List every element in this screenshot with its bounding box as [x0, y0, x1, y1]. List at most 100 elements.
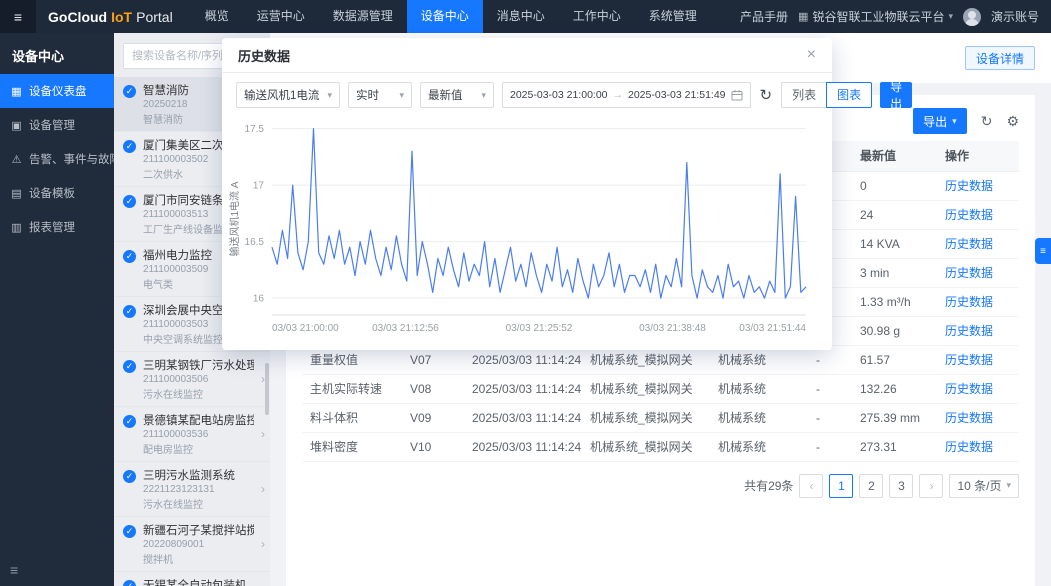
- history-data-link[interactable]: 历史数据: [945, 266, 993, 280]
- prev-page-button[interactable]: ‹: [799, 474, 823, 498]
- cell-latest-value: 24: [852, 200, 937, 229]
- device-serial: 211100003506: [143, 374, 254, 385]
- logo-text-portal: Portal: [136, 9, 173, 25]
- check-icon: ✓: [123, 580, 136, 586]
- pagination: 共有29条 ‹ 1 2 3 › 10 条/页 ▾: [302, 462, 1019, 508]
- cell-latest-value: 273.31: [852, 432, 937, 461]
- nav-item-device-center[interactable]: 设备中心: [407, 0, 483, 33]
- nav-item-datasource[interactable]: 数据源管理: [319, 0, 407, 33]
- svg-text:17: 17: [253, 181, 265, 192]
- product-manual-link[interactable]: 产品手册: [740, 8, 788, 25]
- history-data-link[interactable]: 历史数据: [945, 324, 993, 338]
- value-type-select-value: 最新值: [428, 87, 463, 103]
- calendar-icon: [731, 89, 743, 101]
- app-logo: GoCloud IoT Portal: [36, 0, 183, 33]
- right-dock-toggle[interactable]: ≡: [1035, 238, 1051, 264]
- svg-text:03/03 21:12:56: 03/03 21:12:56: [372, 323, 439, 334]
- device-list-scrollbar[interactable]: [265, 363, 269, 415]
- device-serial: 211100003536: [143, 429, 254, 440]
- check-icon: ✓: [123, 360, 136, 373]
- device-list-item[interactable]: ✓ 无锡某全自动包装机 20220729001 全自动包装机 ›: [114, 572, 270, 586]
- point-select[interactable]: 输送风机1电流 ▾: [236, 82, 340, 108]
- sidebar-item-alarms[interactable]: ⚠ 告警、事件与故障: [0, 142, 114, 176]
- close-icon[interactable]: ×: [807, 47, 816, 63]
- platform-name: 锐谷智联工业物联云平台: [812, 8, 944, 25]
- nav-item-system[interactable]: 系统管理: [635, 0, 711, 33]
- modal-controls: 输送风机1电流 ▾ 实时 ▾ 最新值 ▾ 2025-03-03 21:00:00…: [222, 73, 832, 111]
- next-page-button[interactable]: ›: [919, 474, 943, 498]
- sidebar-item-device-management[interactable]: ▣ 设备管理: [0, 108, 114, 142]
- cell-unit: -: [808, 403, 852, 432]
- gear-icon[interactable]: ⚙: [1006, 114, 1019, 128]
- page-size-select[interactable]: 10 条/页 ▾: [949, 474, 1019, 498]
- logo-text-iot: IoT: [111, 9, 132, 25]
- cell-unit: -: [808, 374, 852, 403]
- chevron-down-icon: ▾: [481, 90, 486, 101]
- range-arrow-icon: →: [613, 89, 624, 101]
- check-icon: ✓: [123, 470, 136, 483]
- history-data-link[interactable]: 历史数据: [945, 411, 993, 425]
- cell-attr-name: 堆料密度: [302, 432, 402, 461]
- modal-export-button[interactable]: 导出: [880, 82, 912, 108]
- device-category: 搅拌机: [143, 551, 254, 566]
- svg-text:输送风机1电流 A: 输送风机1电流 A: [228, 181, 241, 256]
- avatar[interactable]: [963, 8, 981, 26]
- col-header-actions: 操作: [937, 141, 1019, 171]
- cell-latest-value: 3 min: [852, 258, 937, 287]
- view-toggle-list[interactable]: 列表: [781, 82, 827, 108]
- device-list-item[interactable]: ✓ 景德镇某配电站房监控 211100003536 配电房监控 ›: [114, 407, 270, 462]
- history-data-link[interactable]: 历史数据: [945, 179, 993, 193]
- nav-item-overview[interactable]: 概览: [191, 0, 243, 33]
- device-list-item[interactable]: ✓ 三明某钢铁厂污水处理系统 211100003506 污水在线监控 ›: [114, 352, 270, 407]
- sidebar-item-label: 设备模板: [29, 185, 75, 201]
- mode-select[interactable]: 实时 ▾: [348, 82, 412, 108]
- device-list-item[interactable]: ✓ 三明污水监测系统 2221123123131 污水在线监控 ›: [114, 462, 270, 517]
- view-toggle: 列表 图表: [781, 82, 872, 108]
- page-button-1[interactable]: 1: [829, 474, 853, 498]
- history-data-link[interactable]: 历史数据: [945, 208, 993, 222]
- view-toggle-chart[interactable]: 图表: [826, 82, 872, 108]
- sidebar-item-device-template[interactable]: ▤ 设备模板: [0, 176, 114, 210]
- device-detail-button[interactable]: 设备详情: [965, 46, 1035, 70]
- page-size-value: 10 条/页: [957, 477, 1001, 494]
- chevron-right-icon: ›: [261, 427, 265, 441]
- nav-item-work-center[interactable]: 工作中心: [559, 0, 635, 33]
- refresh-icon[interactable]: ↻: [760, 88, 773, 103]
- export-button[interactable]: 导出 ▾: [913, 108, 967, 134]
- date-range-picker[interactable]: 2025-03-03 21:00:00 → 2025-03-03 21:51:4…: [502, 82, 751, 108]
- device-category: 污水在线监控: [143, 496, 254, 511]
- nav-item-operations[interactable]: 运营中心: [243, 0, 319, 33]
- check-icon: ✓: [123, 140, 136, 153]
- hamburger-menu[interactable]: ≡: [0, 0, 36, 33]
- chevron-down-icon: ▾: [327, 90, 332, 101]
- cell-latest-value: 14 KVA: [852, 229, 937, 258]
- sidebar-collapse-icon[interactable]: ≡: [10, 562, 18, 578]
- modal-title: 历史数据: [238, 46, 290, 65]
- device-list-item[interactable]: ✓ 新疆石河子某搅拌站搅拌机 20220809001 搅拌机 ›: [114, 517, 270, 572]
- nav-item-message-center[interactable]: 消息中心: [483, 0, 559, 33]
- account-name[interactable]: 演示账号: [991, 8, 1039, 25]
- sidebar-item-report[interactable]: ▥ 报表管理: [0, 210, 114, 244]
- sidebar-title: 设备中心: [0, 33, 114, 74]
- svg-text:03/03 21:38:48: 03/03 21:38:48: [639, 323, 706, 334]
- main-nav: 概览 运营中心 数据源管理 设备中心 消息中心 工作中心 系统管理: [191, 0, 711, 33]
- value-type-select[interactable]: 最新值 ▾: [420, 82, 494, 108]
- history-data-link[interactable]: 历史数据: [945, 295, 993, 309]
- page-button-3[interactable]: 3: [889, 474, 913, 498]
- history-data-link[interactable]: 历史数据: [945, 237, 993, 251]
- mode-select-value: 实时: [356, 87, 379, 103]
- chart-area: 1616.51717.503/03 21:00:0003/03 21:12:56…: [222, 111, 832, 344]
- history-data-link[interactable]: 历史数据: [945, 353, 993, 367]
- history-data-link[interactable]: 历史数据: [945, 382, 993, 396]
- cell-latest-value: 30.98 g: [852, 316, 937, 345]
- sidebar-item-device-dashboard[interactable]: ▦ 设备仪表盘: [0, 74, 114, 108]
- cell-unit: -: [808, 432, 852, 461]
- svg-text:16: 16: [253, 294, 265, 305]
- check-icon: ✓: [123, 195, 136, 208]
- platform-select[interactable]: ▦ 锐谷智联工业物联云平台 ▾: [798, 8, 953, 25]
- history-data-link[interactable]: 历史数据: [945, 440, 993, 454]
- cell-latest-value: 132.26: [852, 374, 937, 403]
- page-button-2[interactable]: 2: [859, 474, 883, 498]
- refresh-icon[interactable]: ↻: [981, 114, 993, 128]
- sidebar-item-label: 设备仪表盘: [29, 83, 87, 99]
